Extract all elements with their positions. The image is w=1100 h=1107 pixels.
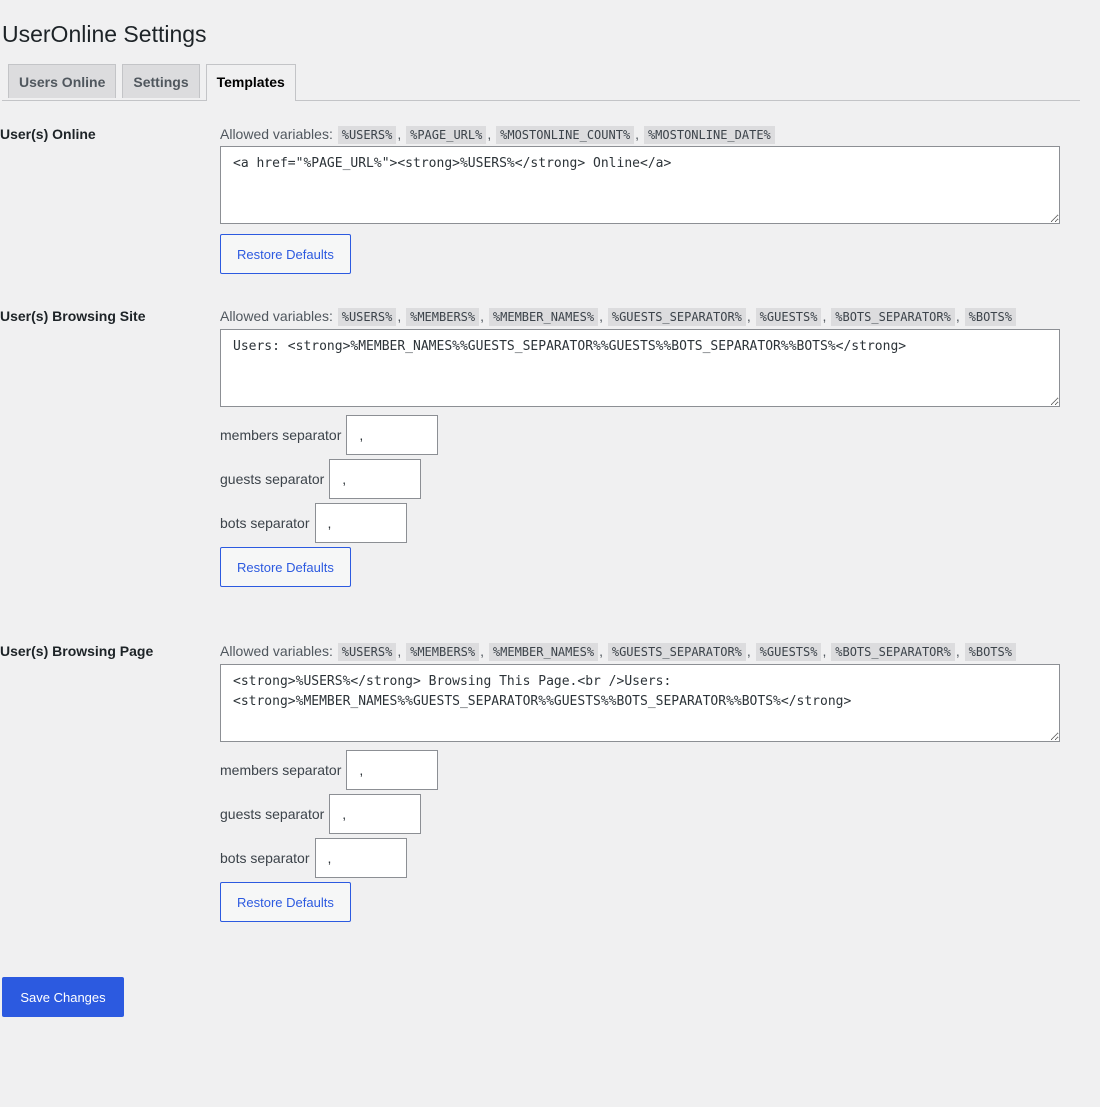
- variable-code: %USERS%: [337, 308, 397, 326]
- browsing-site-field: Allowed variables: %USERS%, %MEMBERS%, %…: [220, 306, 1060, 587]
- browsing-site-template-textarea[interactable]: Users: <strong>%MEMBER_NAMES%%GUESTS_SEP…: [220, 329, 1060, 407]
- restore-defaults-button[interactable]: Restore Defaults: [220, 882, 351, 922]
- allowed-variables-label: Allowed variables:: [220, 308, 333, 324]
- settings-page: UserOnline Settings Users Online Setting…: [0, 0, 1100, 101]
- members-separator-row: members separator: [220, 750, 1060, 790]
- guests-separator-row: guests separator: [220, 459, 1060, 499]
- users-online-field: Allowed variables: %USERS%, %PAGE_URL%, …: [220, 124, 1060, 274]
- browsing-page-label: User(s) Browsing Page: [0, 643, 154, 659]
- members-separator-label: members separator: [220, 762, 342, 778]
- page-title: UserOnline Settings: [2, 21, 207, 47]
- variable-code: %PAGE_URL%: [406, 126, 487, 144]
- restore-defaults-button[interactable]: Restore Defaults: [220, 234, 351, 274]
- browsing-page-template-textarea[interactable]: <strong>%USERS%</strong> Browsing This P…: [220, 664, 1060, 742]
- browsing-site-label: User(s) Browsing Site: [0, 308, 146, 324]
- bots-separator-row: bots separator: [220, 838, 1060, 878]
- tab-users-online[interactable]: Users Online: [8, 63, 117, 98]
- members-separator-input[interactable]: [346, 750, 439, 790]
- allowed-variables: Allowed variables: %USERS%, %PAGE_URL%, …: [220, 124, 1060, 146]
- bots-separator-label: bots separator: [220, 850, 310, 866]
- members-separator-label: members separator: [220, 427, 342, 443]
- allowed-variables: Allowed variables: %USERS%, %MEMBERS%, %…: [220, 306, 1060, 328]
- variable-code: %BOTS%: [964, 643, 1016, 661]
- allowed-variables-label: Allowed variables:: [220, 126, 333, 142]
- users-online-label: User(s) Online: [0, 126, 96, 142]
- variable-code: %MEMBER_NAMES%: [488, 643, 599, 661]
- tab-templates[interactable]: Templates: [205, 63, 296, 101]
- variable-code: %MEMBERS%: [406, 308, 480, 326]
- guests-separator-label: guests separator: [220, 806, 325, 822]
- members-separator-row: members separator: [220, 415, 1060, 455]
- restore-defaults-button[interactable]: Restore Defaults: [220, 547, 351, 587]
- variable-code: %GUESTS_SEPARATOR%: [607, 643, 746, 661]
- variable-code: %MEMBER_NAMES%: [488, 308, 599, 326]
- allowed-variables-label: Allowed variables:: [220, 643, 333, 659]
- allowed-variables: Allowed variables: %USERS%, %MEMBERS%, %…: [220, 641, 1060, 663]
- bots-separator-input[interactable]: [314, 838, 407, 878]
- variable-code: %MOSTONLINE_COUNT%: [496, 126, 635, 144]
- variable-code: %USERS%: [337, 643, 397, 661]
- variable-code: %USERS%: [337, 126, 397, 144]
- bots-separator-input[interactable]: [314, 503, 407, 543]
- guests-separator-input[interactable]: [329, 794, 422, 834]
- variable-code: %MEMBERS%: [406, 643, 480, 661]
- variable-code: %GUESTS%: [755, 643, 822, 661]
- guests-separator-label: guests separator: [220, 471, 325, 487]
- guests-separator-row: guests separator: [220, 794, 1060, 834]
- guests-separator-input[interactable]: [329, 459, 422, 499]
- bots-separator-label: bots separator: [220, 515, 310, 531]
- variable-code: %GUESTS_SEPARATOR%: [607, 308, 746, 326]
- variable-code: %BOTS_SEPARATOR%: [831, 308, 955, 326]
- variable-code: %BOTS%: [964, 308, 1016, 326]
- browsing-page-field: Allowed variables: %USERS%, %MEMBERS%, %…: [220, 641, 1060, 922]
- variable-code: %GUESTS%: [755, 308, 822, 326]
- members-separator-input[interactable]: [346, 415, 439, 455]
- bots-separator-row: bots separator: [220, 503, 1060, 543]
- tab-bar: Users Online Settings Templates: [2, 63, 1080, 101]
- variable-code: %BOTS_SEPARATOR%: [831, 643, 955, 661]
- tab-settings[interactable]: Settings: [122, 63, 200, 98]
- variable-code: %MOSTONLINE_DATE%: [643, 126, 775, 144]
- users-online-template-textarea[interactable]: <a href="%PAGE_URL%"><strong>%USERS%</st…: [220, 146, 1060, 224]
- save-changes-button[interactable]: Save Changes: [2, 977, 124, 1017]
